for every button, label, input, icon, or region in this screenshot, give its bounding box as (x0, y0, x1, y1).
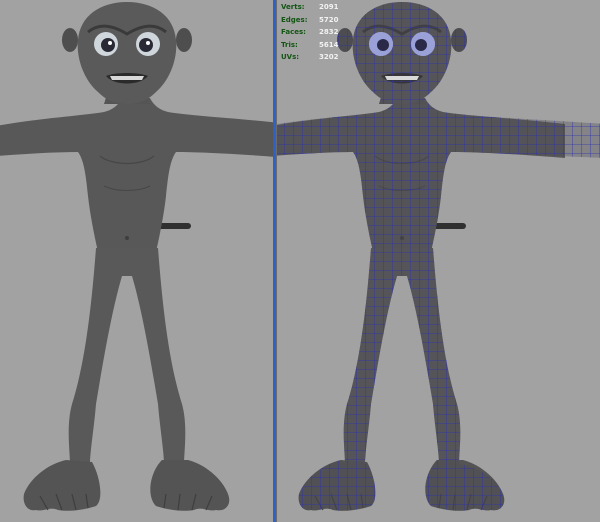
hud-label: UVs: (281, 53, 300, 61)
hud-row-uvs: UVs: 3202 (281, 51, 338, 64)
shaded-viewport[interactable] (0, 0, 273, 522)
hud-row-faces: Faces: 2832 (281, 26, 338, 39)
hud-value: 3202 (319, 53, 339, 61)
hud-value: 2091 (319, 3, 339, 11)
poly-count-hud: Verts: 2091 Edges: 5720 Faces: 2832 Tris… (281, 1, 338, 64)
hud-label: Faces: (281, 28, 306, 36)
hud-value: 5720 (319, 15, 339, 24)
hud-row-verts: Verts: 2091 (281, 1, 338, 14)
hud-row-edges: Edges: 5720 (281, 14, 338, 27)
hud-value: 2832 (319, 28, 339, 36)
shaded-character-model (0, 0, 273, 522)
viewport-panels: Verts: 2091 Edges: 5720 Faces: 2832 Tris… (0, 0, 600, 522)
wireframe-character-model (277, 0, 600, 522)
wireframe-overlay (277, 2, 600, 511)
hud-row-tris: Tris: 5614 (281, 39, 338, 52)
hud-value: 5614 (319, 40, 339, 49)
hud-label: Edges: (281, 15, 308, 24)
hud-label: Tris: (281, 40, 298, 49)
hud-label: Verts: (281, 3, 305, 11)
wireframe-viewport[interactable]: Verts: 2091 Edges: 5720 Faces: 2832 Tris… (277, 0, 600, 522)
